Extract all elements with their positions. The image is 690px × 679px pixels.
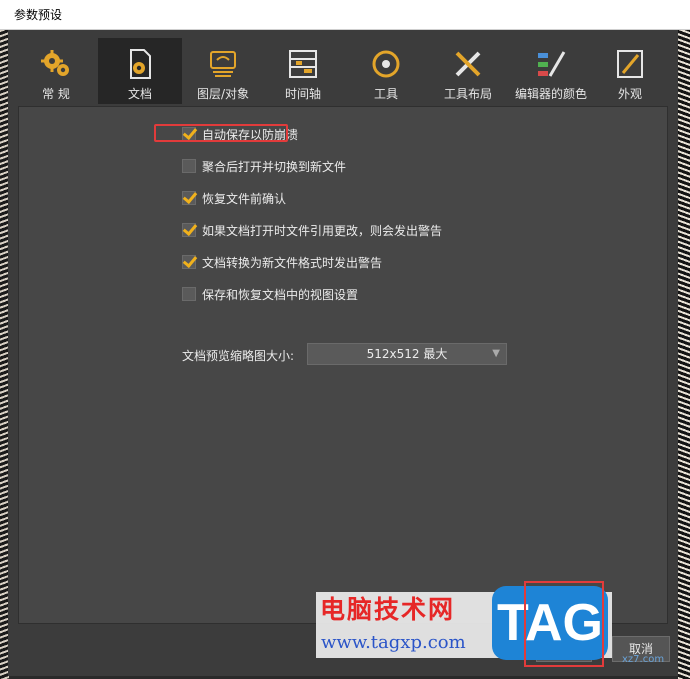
- highlight-box-ok: [524, 581, 604, 667]
- option-merge-open[interactable]: 聚合后打开并切换到新文件: [182, 156, 346, 176]
- tab-tool-layout[interactable]: 工具布局: [433, 38, 503, 104]
- thumbnail-size-value: 512x512 最大: [366, 347, 448, 361]
- tab-bar: 常 规 文档 图层/对象 时间轴 工具 工具布局 编辑器的颜色 外观: [8, 38, 678, 104]
- ruler-pencil-icon: [455, 51, 481, 77]
- warn-format-checkbox[interactable]: [182, 255, 196, 269]
- confirm-restore-checkbox[interactable]: [182, 191, 196, 205]
- preferences-dialog: 常 规 文档 图层/对象 时间轴 工具 工具布局 编辑器的颜色 外观 自动保存以…: [8, 30, 678, 676]
- tab-document[interactable]: 文档: [98, 38, 182, 104]
- warn-reference-checkbox[interactable]: [182, 223, 196, 237]
- window-title: 参数预设: [0, 0, 690, 30]
- layers-icon: [210, 51, 236, 77]
- color-palette-icon: [538, 51, 566, 77]
- background-artwork-right: [678, 30, 690, 679]
- dropdown-arrow-icon: ▼: [492, 348, 500, 359]
- tab-timeline[interactable]: 时间轴: [270, 38, 336, 104]
- option-warn-reference[interactable]: 如果文档打开时文件引用更改，则会发出警告: [182, 220, 442, 240]
- tab-appearance[interactable]: 外观: [600, 38, 660, 104]
- watermark-url: www.tagxp.com: [321, 632, 466, 653]
- watermark-small-text: xz7.com: [622, 654, 665, 665]
- timeline-icon: [289, 50, 317, 78]
- tab-general[interactable]: 常 规: [24, 38, 88, 104]
- tab-tools[interactable]: 工具: [354, 38, 418, 104]
- tab-layers[interactable]: 图层/对象: [188, 38, 258, 104]
- document-settings-panel: 自动保存以防崩溃 聚合后打开并切换到新文件 恢复文件前确认 如果文档打开时文件引…: [18, 106, 668, 624]
- appearance-icon: [617, 50, 643, 78]
- document-gear-icon: [130, 49, 151, 79]
- highlight-box-autosave: [154, 124, 288, 142]
- watermark-site-name: 电脑技术网: [320, 595, 456, 624]
- option-warn-format[interactable]: 文档转换为新文件格式时发出警告: [182, 252, 382, 272]
- option-confirm-restore[interactable]: 恢复文件前确认: [182, 188, 286, 208]
- tab-editor-colors[interactable]: 编辑器的颜色: [508, 38, 594, 104]
- gears-icon: [41, 50, 69, 76]
- thumbnail-size-select[interactable]: 512x512 最大 ▼: [307, 343, 507, 365]
- view-settings-checkbox[interactable]: [182, 287, 196, 301]
- thumbnail-size-label: 文档预览缩略图大小:: [182, 349, 295, 363]
- option-view-settings[interactable]: 保存和恢复文档中的视图设置: [182, 284, 358, 304]
- tool-icon: [372, 50, 400, 78]
- merge-open-checkbox[interactable]: [182, 159, 196, 173]
